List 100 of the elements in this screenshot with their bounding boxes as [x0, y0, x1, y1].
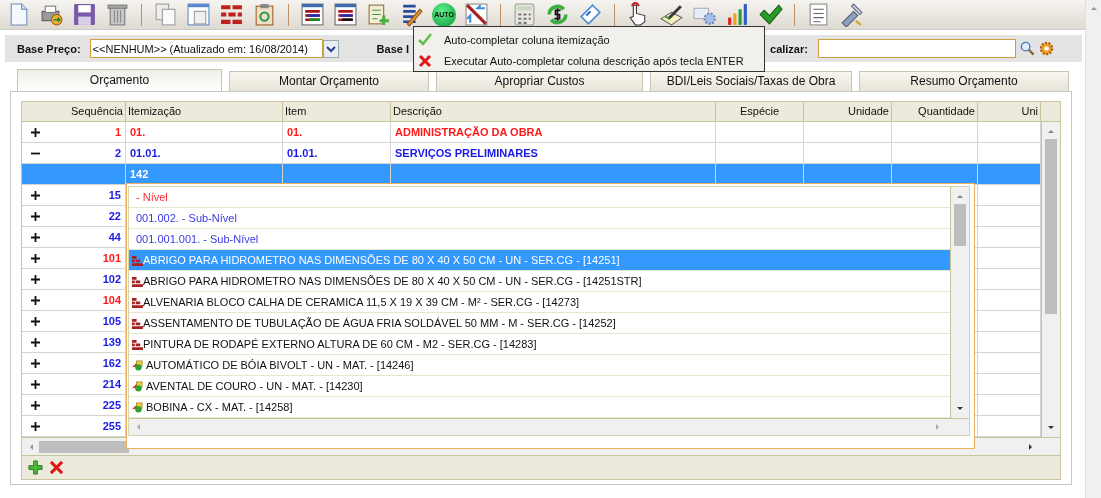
table-cell: 44 [108, 231, 121, 243]
dollar-icon[interactable] [545, 2, 570, 27]
expand-icon[interactable] [30, 190, 40, 200]
scroll-thumb[interactable] [39, 440, 129, 453]
suggestion-text: ALVENARIA BLOCO CALHA DE CERAMICA 11,5 X 19 X 39 CM - M² - SER.CG - [14273] [143, 296, 580, 308]
search-field[interactable] [817, 39, 1016, 58]
expand-icon[interactable] [30, 127, 40, 137]
suggestion-text: ABRIGO PARA HIDROMETRO NAS DIMENSÕES DE 80 X 40 X 50 CM - UN - SER.CG - [14251STR] [143, 275, 642, 287]
table-cell: 22 [108, 210, 121, 222]
clipboard-plus-icon[interactable] [366, 2, 391, 27]
expand-icon[interactable] [30, 316, 40, 326]
expand-icon[interactable] [30, 232, 40, 242]
suggestion-item[interactable]: 001.002. - Sub-Nível [129, 208, 950, 229]
suggestion-item[interactable]: AVENTAL DE COURO - UN - MAT. - [14230] [129, 376, 950, 397]
delete-icon[interactable] [49, 460, 64, 475]
table-cell: 01. [287, 126, 303, 138]
suggestion-item[interactable]: - Nível [129, 187, 950, 208]
bricks-icon [132, 296, 143, 308]
table-cell: 255 [102, 420, 121, 432]
material-icon [132, 401, 143, 413]
column-header[interactable]: Espécie [716, 102, 804, 121]
suggestion-item[interactable]: PINTURA DE RODAPÉ EXTERNO ALTURA DE 60 CM - M2 - SER.CG - [14283] [129, 334, 950, 355]
scroll-thumb[interactable] [954, 204, 966, 246]
tools-icon[interactable] [839, 2, 864, 27]
expand-icon[interactable] [30, 421, 40, 431]
bar-chart-icon[interactable] [725, 2, 750, 27]
scroll-thumb[interactable] [1045, 139, 1057, 314]
search-icon[interactable] [1019, 41, 1035, 56]
table-cell: 2 [114, 147, 121, 159]
field-label: calizar: [770, 42, 808, 55]
table-cell: 01.01. [130, 147, 161, 159]
suggestion-text: AUTOMÁTICO DE BÓIA BIVOLT - UN - MAT. - [14246] [146, 359, 414, 371]
page-scrollbar[interactable] [1085, 0, 1101, 498]
menu-item[interactable]: Executar Auto-completar coluna descrição após tecla ENTER [414, 50, 764, 71]
field-label: Base I [376, 42, 409, 55]
expand-icon[interactable] [30, 274, 40, 284]
suggestion-text: ASSENTAMENTO DE TUBULAÇÃO DE ÁGUA FRIA SOLDÁVEL 50 MM - M - SER.CG - [14252] [143, 317, 616, 329]
table-cell: 1 [114, 126, 121, 138]
suggestion-text: - Nível [135, 191, 168, 203]
material-icon [132, 380, 143, 392]
column-header[interactable]: Uni [978, 102, 1041, 121]
suggestion-item[interactable]: ASSENTAMENTO DE TUBULAÇÃO DE ÁGUA FRIA SOLDÁVEL 50 MM - M - SER.CG - [14252] [129, 313, 950, 334]
table-cell: ADMINISTRAÇÃO DA OBRA [395, 126, 543, 138]
expand-icon[interactable] [30, 358, 40, 368]
table-cell: 01. [130, 126, 146, 138]
expand-icon[interactable] [30, 211, 40, 221]
bricks-icon [132, 254, 143, 266]
tab[interactable]: Orçamento [17, 69, 222, 91]
tab[interactable]: Montar Orçamento [229, 71, 429, 91]
suggestion-text: 001.001.001. - Sub-Nível [135, 233, 259, 245]
table-cell: 139 [102, 336, 121, 348]
table-cell: 214 [102, 378, 121, 390]
tab[interactable]: Resumo Orçamento [859, 71, 1069, 91]
suggestion-item[interactable]: ABRIGO PARA HIDROMETRO NAS DIMENSÕES DE 80 X 40 X 50 CM - UN - SER.CG - [14251STR] [129, 271, 950, 292]
list-icon[interactable] [333, 2, 358, 27]
column-header[interactable]: Quantidade [892, 102, 978, 121]
column-header[interactable]: Sequência [48, 102, 126, 121]
save-icon[interactable] [72, 2, 97, 27]
bricks-icon[interactable] [219, 2, 244, 27]
gear-icon[interactable] [1038, 41, 1054, 56]
trash-icon[interactable] [105, 2, 130, 27]
vertical-scrollbar[interactable] [1041, 122, 1060, 437]
price-base-dropdown[interactable]: <<NENHUM>> (Atualizado em: 16/08/2014) [89, 39, 323, 58]
swap-arrows-icon[interactable] [464, 2, 489, 27]
column-header[interactable]: Unidade [804, 102, 892, 121]
add-icon[interactable] [28, 460, 43, 475]
expand-icon[interactable] [30, 337, 40, 347]
tab[interactable]: BDI/Leis Sociais/Taxas de Obra [650, 71, 852, 91]
suggestion-text: ABRIGO PARA HIDROMETRO NAS DIMENSÕES DE 80 X 40 X 50 CM - UN - SER.CG - [14251] [143, 254, 620, 266]
table-cell: 105 [102, 315, 121, 327]
suggestion-item[interactable]: AUTOMÁTICO DE BÓIA BIVOLT - UN - MAT. - [14246] [129, 355, 950, 376]
table-cell: 101 [102, 252, 121, 264]
field-label: Base Preço: [17, 42, 81, 55]
expand-icon[interactable] [30, 295, 40, 305]
table-cell: 01.01. [287, 147, 318, 159]
suggestion-item[interactable]: ALVENARIA BLOCO CALHA DE CERAMICA 11,5 X 19 X 39 CM - M² - SER.CG - [14273] [129, 292, 950, 313]
expand-icon[interactable] [30, 379, 40, 389]
vertical-scrollbar[interactable] [950, 187, 969, 418]
column-header[interactable]: Item [283, 102, 391, 121]
expand-icon[interactable] [30, 253, 40, 263]
bricks-icon [132, 317, 143, 329]
bricks-icon [132, 338, 143, 350]
window-icon[interactable] [186, 2, 211, 27]
suggestion-text: PINTURA DE RODAPÉ EXTERNO ALTURA DE 60 CM - M2 - SER.CG - [14283] [143, 338, 537, 350]
menu-item[interactable]: Auto-completar coluna itemização [414, 29, 764, 50]
material-icon [132, 359, 143, 371]
table-cell: 102 [102, 273, 121, 285]
list-icon[interactable] [300, 2, 325, 27]
table-cell: 15 [108, 189, 121, 201]
table-cell: 104 [102, 294, 121, 306]
expand-icon[interactable] [30, 400, 40, 410]
card-icon[interactable] [578, 2, 603, 27]
table-cell: SERVIÇOS PRELIMINARES [395, 147, 538, 159]
column-header[interactable]: Itemização [126, 102, 283, 121]
calculator-icon[interactable] [512, 2, 537, 27]
pencil-paper-icon[interactable] [659, 2, 684, 27]
tab[interactable]: Apropriar Custos [436, 71, 643, 91]
checkmark-icon[interactable] [758, 2, 783, 27]
table-row[interactable]: 1 01. 01. ADMINISTRAÇÃO DA OBRA [22, 122, 1041, 143]
column-header[interactable]: Descrição [391, 102, 716, 121]
